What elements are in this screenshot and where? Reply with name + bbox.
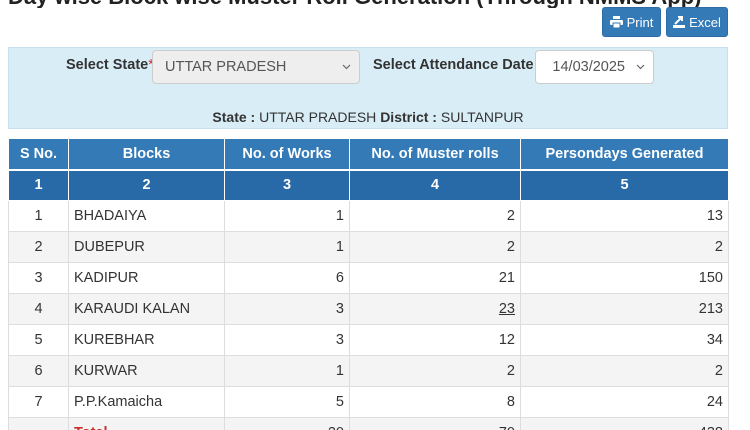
selection-summary: State : UTTAR PRADESH District : SULTANP…: [9, 109, 727, 125]
column-header: Blocks: [68, 138, 225, 170]
persondays-cell: 150: [520, 262, 729, 294]
table-row: 7 P.P.Kamaicha 5 8 24: [8, 386, 729, 418]
muster-roll-link[interactable]: 8: [349, 386, 521, 418]
date-label-text: Select Attendance Date: [373, 57, 534, 73]
persondays-cell: 213: [520, 293, 729, 325]
date-select-label: Select Attendance Date *: [373, 57, 543, 73]
column-number: 2: [68, 168, 225, 201]
column-header: No. of Muster rolls: [349, 138, 521, 170]
total-label: Total: [68, 417, 225, 430]
block-link[interactable]: P.P.Kamaicha: [68, 386, 225, 418]
column-number: 5: [520, 168, 729, 201]
total-sno-cell: [8, 417, 69, 430]
date-select[interactable]: 14/03/2025: [535, 50, 654, 84]
excel-button-label: Excel: [689, 14, 721, 30]
total-persondays-cell: 438: [520, 417, 729, 430]
table-row: 6 KURWAR 1 2 2: [8, 355, 729, 387]
works-cell: 6: [224, 262, 350, 294]
works-cell: 3: [224, 324, 350, 356]
works-cell: 1: [224, 200, 350, 232]
sno-cell: 4: [8, 293, 69, 325]
works-cell: 3: [224, 293, 350, 325]
muster-roll-link[interactable]: 23: [349, 293, 521, 325]
block-link[interactable]: DUBEPUR: [68, 231, 225, 263]
state-select-label: Select State*: [66, 57, 154, 73]
total-row: Total 20 70 438: [8, 417, 729, 430]
column-number: 1: [8, 168, 69, 201]
sno-cell: 7: [8, 386, 69, 418]
muster-roll-link[interactable]: 2: [349, 355, 521, 387]
sno-cell: 1: [8, 200, 69, 232]
district-info-label: District :: [380, 109, 437, 125]
column-header: No. of Works: [224, 138, 350, 170]
muster-roll-link[interactable]: 21: [349, 262, 521, 294]
works-cell: 1: [224, 231, 350, 263]
block-link[interactable]: KADIPUR: [68, 262, 225, 294]
state-info-label: State :: [212, 109, 256, 125]
works-cell: 1: [224, 355, 350, 387]
block-link[interactable]: KUREBHAR: [68, 324, 225, 356]
state-info-value: UTTAR PRADESH: [259, 109, 377, 125]
chevron-down-icon: [342, 64, 351, 70]
printer-icon: [609, 16, 623, 28]
sno-cell: 5: [8, 324, 69, 356]
filter-panel: Select State* UTTAR PRADESH Select Atten…: [8, 47, 728, 129]
persondays-cell: 13: [520, 200, 729, 232]
persondays-cell: 34: [520, 324, 729, 356]
block-link[interactable]: KURWAR: [68, 355, 225, 387]
chevron-down-icon: [636, 64, 645, 70]
print-button[interactable]: Print: [602, 7, 661, 37]
date-select-value: 14/03/2025: [552, 59, 625, 75]
report-table: S No. Blocks No. of Works No. of Muster …: [8, 138, 729, 430]
district-info-value: SULTANPUR: [440, 109, 524, 125]
total-musters-cell: 70: [349, 417, 521, 430]
table-header-row: S No. Blocks No. of Works No. of Muster …: [8, 138, 729, 170]
state-label-text: Select State: [66, 57, 149, 73]
state-select-value: UTTAR PRADESH: [165, 59, 287, 75]
column-number: 4: [349, 168, 521, 201]
column-number-row: 1 2 3 4 5: [8, 168, 729, 201]
print-button-label: Print: [626, 14, 654, 30]
muster-roll-link-text[interactable]: 23: [499, 301, 515, 317]
sno-cell: 6: [8, 355, 69, 387]
column-number: 3: [224, 168, 350, 201]
sno-cell: 2: [8, 231, 69, 263]
muster-roll-link[interactable]: 12: [349, 324, 521, 356]
table-row: 1 BHADAIYA 1 2 13: [8, 200, 729, 232]
persondays-cell: 24: [520, 386, 729, 418]
column-header: Persondays Generated: [520, 138, 729, 170]
export-icon: [673, 16, 686, 28]
total-works-cell: 20: [224, 417, 350, 430]
table-row: 5 KUREBHAR 3 12 34: [8, 324, 729, 356]
block-link[interactable]: KARAUDI KALAN: [68, 293, 225, 325]
export-toolbar: Print Excel: [602, 7, 728, 37]
column-header: S No.: [8, 138, 69, 170]
table-row: 2 DUBEPUR 1 2 2: [8, 231, 729, 263]
muster-roll-link[interactable]: 2: [349, 231, 521, 263]
block-link[interactable]: BHADAIYA: [68, 200, 225, 232]
persondays-cell: 2: [520, 355, 729, 387]
state-select[interactable]: UTTAR PRADESH: [152, 50, 360, 84]
sno-cell: 3: [8, 262, 69, 294]
table-row: 4 KARAUDI KALAN 3 23 213: [8, 293, 729, 325]
persondays-cell: 2: [520, 231, 729, 263]
table-row: 3 KADIPUR 6 21 150: [8, 262, 729, 294]
works-cell: 5: [224, 386, 350, 418]
excel-button[interactable]: Excel: [666, 7, 728, 37]
muster-roll-link[interactable]: 2: [349, 200, 521, 232]
